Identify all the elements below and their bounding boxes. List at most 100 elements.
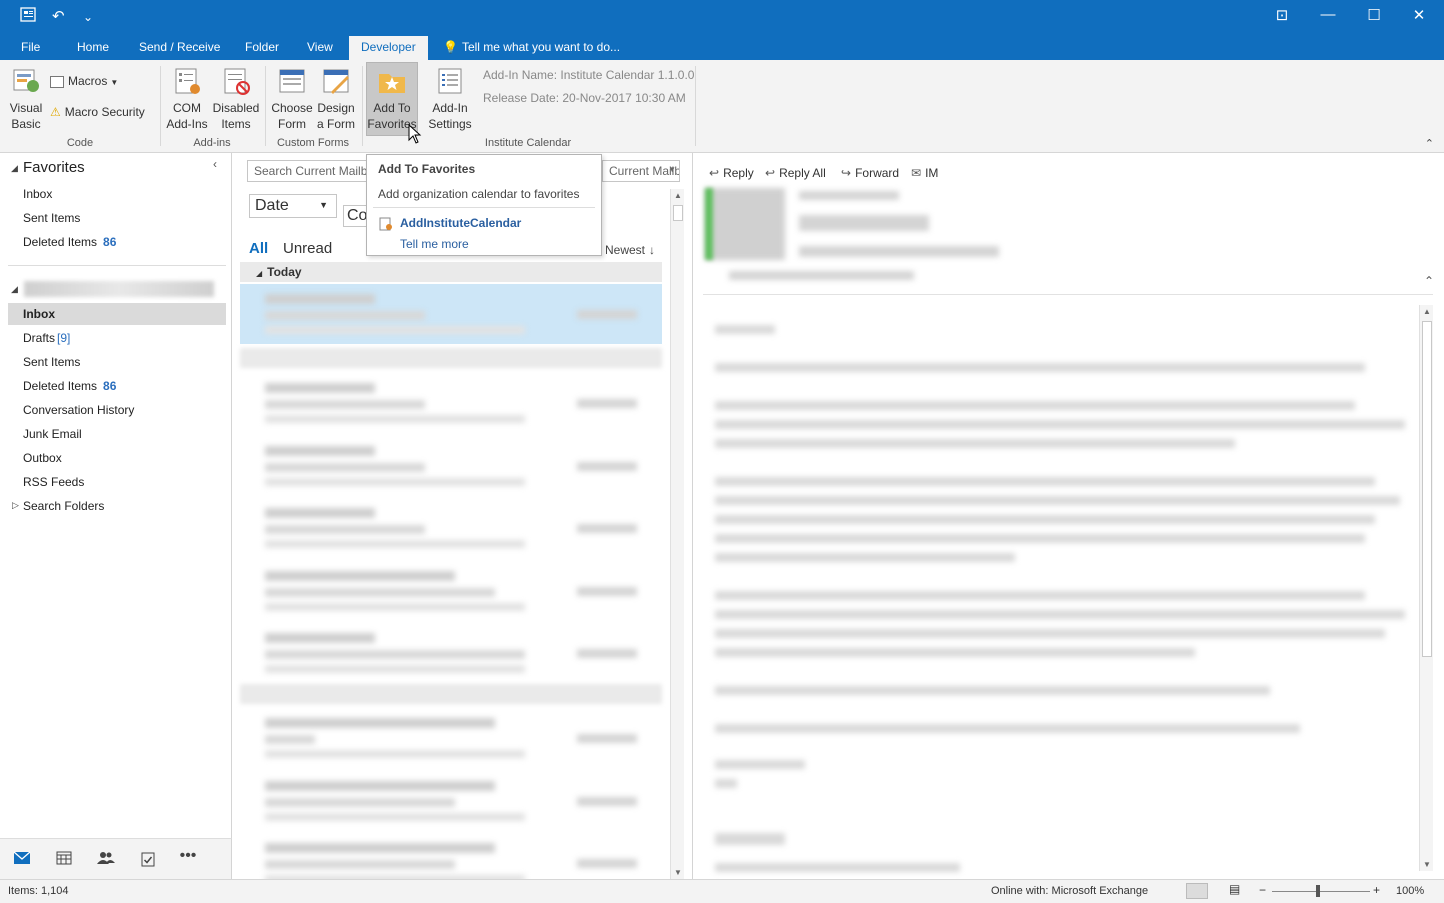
tab-home[interactable]: Home	[77, 40, 109, 54]
folder-sent-items[interactable]: Sent Items	[23, 355, 80, 369]
people-icon[interactable]	[96, 851, 116, 869]
folder-deleted-items[interactable]: Deleted Items 86	[23, 379, 116, 393]
folder-search-folders[interactable]: Search Folders	[23, 499, 104, 513]
filter-all[interactable]: All	[249, 240, 268, 257]
macro-security-button[interactable]: ⚠ Macro Security	[50, 105, 145, 119]
tasks-icon[interactable]	[138, 851, 158, 869]
tab-view[interactable]: View	[307, 40, 333, 54]
scroll-up-icon[interactable]: ▲	[671, 191, 685, 200]
tell-me-box[interactable]: 💡 Tell me what you want to do...	[443, 40, 620, 54]
zoom-slider-thumb[interactable]	[1316, 885, 1320, 897]
sort-order[interactable]: Newest ↓	[605, 243, 655, 257]
message-list-scrollbar[interactable]: ▲ ▼	[670, 189, 684, 879]
more-icon[interactable]: •••	[178, 847, 198, 865]
folder-label: Inbox	[23, 187, 53, 201]
folder-drafts[interactable]: Drafts [9]	[23, 331, 70, 345]
favorite-deleted-items[interactable]: Deleted Items 86	[23, 235, 116, 249]
collapse-triangle-icon[interactable]: ◢	[11, 163, 18, 174]
folder-rss-feeds[interactable]: RSS Feeds	[23, 475, 84, 489]
send-receive-icon[interactable]	[20, 7, 38, 27]
scrollbar-thumb[interactable]	[673, 205, 683, 221]
message-item[interactable]	[240, 623, 662, 683]
unread-count: 86	[103, 235, 117, 249]
collapse-triangle-icon[interactable]: ◢	[11, 284, 18, 295]
folder-label: Drafts	[23, 331, 56, 345]
folder-outbox[interactable]: Outbox	[23, 451, 62, 465]
mailbox-account-name[interactable]	[24, 281, 214, 297]
zoom-level[interactable]: 100%	[1396, 885, 1424, 897]
im-button[interactable]: ✉ IM	[911, 166, 938, 180]
search-input[interactable]: Search Current Mailbox	[247, 160, 367, 182]
close-button[interactable]: ✕	[1399, 6, 1439, 28]
scroll-down-icon[interactable]: ▼	[1420, 860, 1434, 869]
reading-pane-scrollbar[interactable]: ▲ ▼	[1419, 305, 1433, 871]
maximize-button[interactable]: ☐	[1354, 6, 1394, 28]
reply-all-button[interactable]: ↩ Reply All	[765, 166, 826, 180]
tab-folder[interactable]: Folder	[245, 40, 279, 54]
folder-label: Conversation History	[23, 403, 135, 417]
normal-view-icon[interactable]	[1186, 883, 1208, 899]
message-item[interactable]	[240, 561, 662, 621]
expand-triangle-icon[interactable]: ▷	[12, 500, 19, 511]
collapse-ribbon-icon[interactable]: ⌃	[1425, 137, 1434, 150]
folder-inbox[interactable]: Inbox	[8, 303, 226, 325]
group-header[interactable]	[240, 348, 662, 368]
filter-unread[interactable]: Unread	[283, 240, 332, 257]
group-label-addins: Add-ins	[193, 137, 231, 149]
message-item[interactable]	[240, 498, 662, 558]
folder-conversation-history[interactable]: Conversation History	[23, 403, 134, 417]
group-header-today[interactable]: ◢ Today	[240, 262, 662, 282]
tooltip-addin-link[interactable]: AddInstituteCalendar	[400, 216, 521, 230]
unread-count: 86	[103, 379, 117, 393]
reading-view-icon[interactable]: ▤	[1229, 882, 1240, 896]
tooltip-tell-me-more-link[interactable]: Tell me more	[400, 237, 469, 251]
im-icon: ✉	[911, 166, 922, 180]
tab-file[interactable]: File	[21, 40, 40, 54]
favorites-header[interactable]: Favorites	[23, 159, 85, 176]
reply-button[interactable]: ↩ Reply	[709, 166, 754, 180]
add-to-favorites-button[interactable]: Add To Favorites	[366, 66, 418, 132]
scroll-up-icon[interactable]: ▲	[1420, 307, 1434, 316]
presence-indicator	[705, 188, 713, 260]
com-addins-button[interactable]: COM Add-Ins	[165, 66, 209, 132]
scroll-down-icon[interactable]: ▼	[671, 868, 685, 877]
minimize-button[interactable]: —	[1308, 6, 1348, 28]
macros-button[interactable]: Macros ▼	[50, 74, 118, 88]
visual-basic-button[interactable]: Visual Basic	[6, 66, 46, 132]
choose-form-button[interactable]: Choose Form	[270, 66, 314, 132]
minimize-pane-icon[interactable]: ‹	[213, 157, 217, 171]
tab-developer[interactable]: Developer	[349, 36, 428, 60]
status-bar: Items: 1,104 Online with: Microsoft Exch…	[0, 879, 1444, 903]
connection-status[interactable]: Online with: Microsoft Exchange	[991, 885, 1148, 897]
collapse-header-icon[interactable]: ⌃	[1424, 274, 1434, 288]
com-addins-icon	[172, 66, 202, 96]
undo-icon[interactable]: ↶	[52, 7, 65, 25]
message-item[interactable]	[240, 436, 662, 496]
addin-settings-button[interactable]: Add-In Settings	[426, 66, 474, 132]
folder-label: Deleted Items	[23, 379, 98, 393]
search-scope-select[interactable]: Current Mailbox▼	[602, 160, 680, 182]
arrange-by-select[interactable]: Date ▼	[249, 194, 337, 218]
ribbon-display-options-icon[interactable]: ⊡	[1262, 6, 1302, 28]
customize-qat-icon[interactable]: ⌄	[83, 10, 93, 24]
zoom-in-icon[interactable]: +	[1373, 883, 1380, 897]
scrollbar-thumb[interactable]	[1422, 321, 1432, 657]
message-item[interactable]	[240, 771, 662, 831]
message-item[interactable]	[240, 373, 662, 433]
mail-icon[interactable]	[12, 851, 32, 869]
conversation-select[interactable]: Con	[343, 205, 367, 227]
zoom-out-icon[interactable]: −	[1259, 883, 1266, 897]
message-item[interactable]	[240, 284, 662, 344]
tab-send-receive[interactable]: Send / Receive	[139, 40, 220, 54]
zoom-slider[interactable]	[1272, 891, 1370, 892]
group-header[interactable]	[240, 684, 662, 704]
calendar-icon[interactable]	[54, 851, 74, 869]
design-form-button[interactable]: Design a Form	[315, 66, 357, 132]
favorite-sent-items[interactable]: Sent Items	[23, 211, 80, 225]
disabled-items-button[interactable]: Disabled Items	[211, 66, 261, 132]
favorite-inbox[interactable]: Inbox	[23, 187, 52, 201]
folder-junk-email[interactable]: Junk Email	[23, 427, 82, 441]
message-item[interactable]	[240, 708, 662, 768]
forward-button[interactable]: ↪ Forward	[841, 166, 899, 180]
draft-count: [9]	[57, 331, 71, 345]
